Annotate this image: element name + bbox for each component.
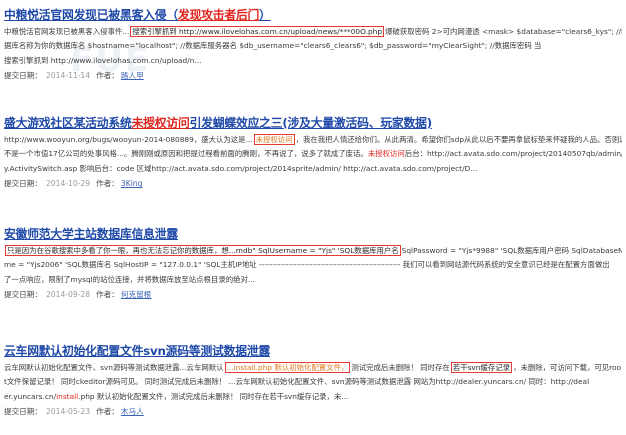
snippet-line: http://www.wooyun.org/bugs/wooyun-2014-0… [4,133,622,147]
result-meta-1: 提交日期： 2014-11-14 作者： 路人甲 [4,69,622,83]
text-segment: ，我在我把人情还给你们。从此两清。希望你们sdp从此以后不要再拿鼠标垫来怀疑我的… [295,135,622,144]
date-label: 提交日期： [4,179,42,189]
result-title-3[interactable]: 安徽师范大学主站数据库信息泄露 [4,227,622,242]
snippet-line: 只是因为在谷歌搜索中多看了你一眼，再也无法忘记你的数据库，想...mdb" Sq… [4,244,622,258]
text-segment: 测试完成后未删除！ 同时存在 [351,363,450,372]
highlight-box: 搜索引擎抓到 http://www.ilovelohas.com.cn/uplo… [130,26,385,37]
text-segment: 中粮悦活官网发现已被黑客入侵事件... [4,27,130,36]
highlight-box: 只是因为在谷歌搜索中多看了你一眼，再也无法忘记你的数据库，想...mdb" Sq… [5,245,401,256]
date-label: 提交日期： [4,290,42,300]
snippet-line: 了一点响应，限制了mysql的站位连接，并将数据库放至站点根目录的绝对... [4,273,622,287]
text-segment: http://www.wooyun.org/bugs/wooyun-2014-0… [4,135,253,144]
text-segment: er.yuncars.cn/ [4,391,57,401]
result-title-2[interactable]: 盛大游戏社区某活动系统未授权访问引发蝴蝶效应之三(涉及大量激活码、玩家数据) [4,116,622,131]
result-snippet-3: 只是因为在谷歌搜索中多看了你一眼，再也无法忘记你的数据库，想...mdb" Sq… [4,244,622,287]
author-link[interactable]: 木马人 [121,407,144,416]
submit-date: 2014-09-28 [45,290,91,300]
text-segment: y.ActivitySwitch.asp 影响后台：code 区域http://… [4,163,478,173]
snippet-line: 不是一个市值17亿公司的处事风格...。腾刚刚或原因和把提过程看前面的腾刚，不再… [4,147,622,161]
text-segment: 云车网默认初始化配置文件、svn源码等测试数据泄露...云车网默认 [4,363,224,372]
highlight-box: ...install.php 默认初始化配置文件， [224,362,351,373]
author-link[interactable]: 何克留根 [121,290,151,299]
text-segment: 未授权访问 [367,149,405,159]
author-label: 作者： [96,290,119,300]
text-segment: 了一点响应，限制了mysql的站位连接，并将数据库放至站点根目录的绝对... [4,274,255,284]
text-segment: 引发蝴蝶效应之三(涉及大量激活码、玩家数据) [189,116,433,130]
text-segment: 搜索引擎抓到 http://www.ilovelohas.com.cn/uplo… [4,55,202,65]
snippet-line: t文件保留记录！ 同时ckeditor源码可见。 同时测试完成后未删除！ ...… [4,375,622,389]
text-segment: install [56,391,79,401]
text-segment: .php 默认初始化配置文件，测试完成后未删除！ 同时存在若干svn缓存记录，未… [78,391,349,401]
search-result-4: 云车网默认初始化配置文件svn源码等测试数据泄露 云车网默认初始化配置文件、sv… [4,344,622,419]
snippet-line: 搜索引擎抓到 http://www.ilovelohas.com.cn/uplo… [4,54,622,68]
snippet-line: 云车网默认初始化配置文件、svn源码等测试数据泄露...云车网默认 ...inst… [4,361,622,375]
author-link[interactable]: 路人甲 [121,71,144,80]
result-snippet-1: 中粮悦活官网发现已被黑客入侵事件... 搜索引擎抓到 http://www.ilo… [4,25,622,68]
text-segment: 后台：http://act.avata.sdo.com/project/2014… [404,149,622,159]
text-segment: 安徽师范大学主站数据库信息泄露 [4,227,178,241]
text-segment: ） [259,8,271,22]
author-label: 作者： [96,71,119,81]
author-link[interactable]: 3King [121,179,143,188]
text-segment: 发现攻击者后门 [177,8,260,22]
submit-date: 2014-11-14 [45,71,91,81]
snippet-line: y.ActivitySwitch.asp 影响后台：code 区域http://… [4,162,622,176]
text-segment: 据库名称为你的数据库名 $hostname="localhost"; //数据库… [4,41,542,51]
text-segment: 不是一个市值17亿公司的处事风格...。腾刚刚或原因和把提过程看前面的腾刚，不再… [4,149,368,159]
result-snippet-2: http://www.wooyun.org/bugs/wooyun-2014-0… [4,133,622,176]
text-segment: 盛大游戏社区某活动系统 [4,116,132,130]
result-title-1[interactable]: 中粮悦活官网发现已被黑客入侵（发现攻击者后门） [4,8,622,23]
text-segment: 未授权访问 [131,116,190,130]
text-segment: me = "Yjs2006" 'SQL数据库名 SqlHostIP = "127… [4,260,610,270]
result-meta-2: 提交日期： 2014-10-29 作者： 3King [4,177,622,191]
date-label: 提交日期： [4,71,42,81]
result-title-4[interactable]: 云车网默认初始化配置文件svn源码等测试数据泄露 [4,344,622,359]
submit-date: 2014-05-23 [45,407,91,417]
text-segment: 爆破获取密码 2>可内网漫透 <mask> $database="clears6… [385,27,622,36]
search-result-2: 盛大游戏社区某活动系统未授权访问引发蝴蝶效应之三(涉及大量激活码、玩家数据) h… [4,116,622,191]
text-segment: 中粮悦活官网发现已被黑客入侵（ [4,8,178,22]
text-segment: t文件保留记录！ 同时ckeditor源码可见。 同时测试完成后未删除！ ...… [4,377,590,387]
date-label: 提交日期： [4,407,42,417]
snippet-line: er.yuncars.cn/install.php 默认初始化配置文件，测试完成… [4,390,622,404]
snippet-line: 中粮悦活官网发现已被黑客入侵事件... 搜索引擎抓到 http://www.ilo… [4,25,622,39]
text-segment: SqlPassword = "Yjs*9988" 'SQL数据库用户密码 Sql… [401,246,622,255]
snippet-line: me = "Yjs2006" 'SQL数据库名 SqlHostIP = "127… [4,258,622,272]
search-result-3: 安徽师范大学主站数据库信息泄露 只是因为在谷歌搜索中多看了你一眼，再也无法忘记你… [4,227,622,302]
result-meta-3: 提交日期： 2014-09-28 作者： 何克留根 [4,288,622,302]
author-label: 作者： [96,179,119,189]
search-result-1: 中粮悦活官网发现已被黑客入侵（发现攻击者后门） 中粮悦活官网发现已被黑客入侵事件… [4,8,622,83]
result-snippet-4: 云车网默认初始化配置文件、svn源码等测试数据泄露...云车网默认 ...inst… [4,361,622,404]
highlight-box: 未授权访问 [253,134,295,145]
highlight-box: 若干svn缓存记录 [450,362,513,373]
result-meta-4: 提交日期： 2014-05-23 作者： 木马人 [4,405,622,419]
author-label: 作者： [96,407,119,417]
submit-date: 2014-10-29 [45,179,91,189]
text-segment: 云车网默认初始化配置文件svn源码等测试数据泄露 [4,344,271,358]
snippet-line: 据库名称为你的数据库名 $hostname="localhost"; //数据库… [4,39,622,53]
text-segment: ，未删除，可访问下载，可见roo [513,363,622,372]
